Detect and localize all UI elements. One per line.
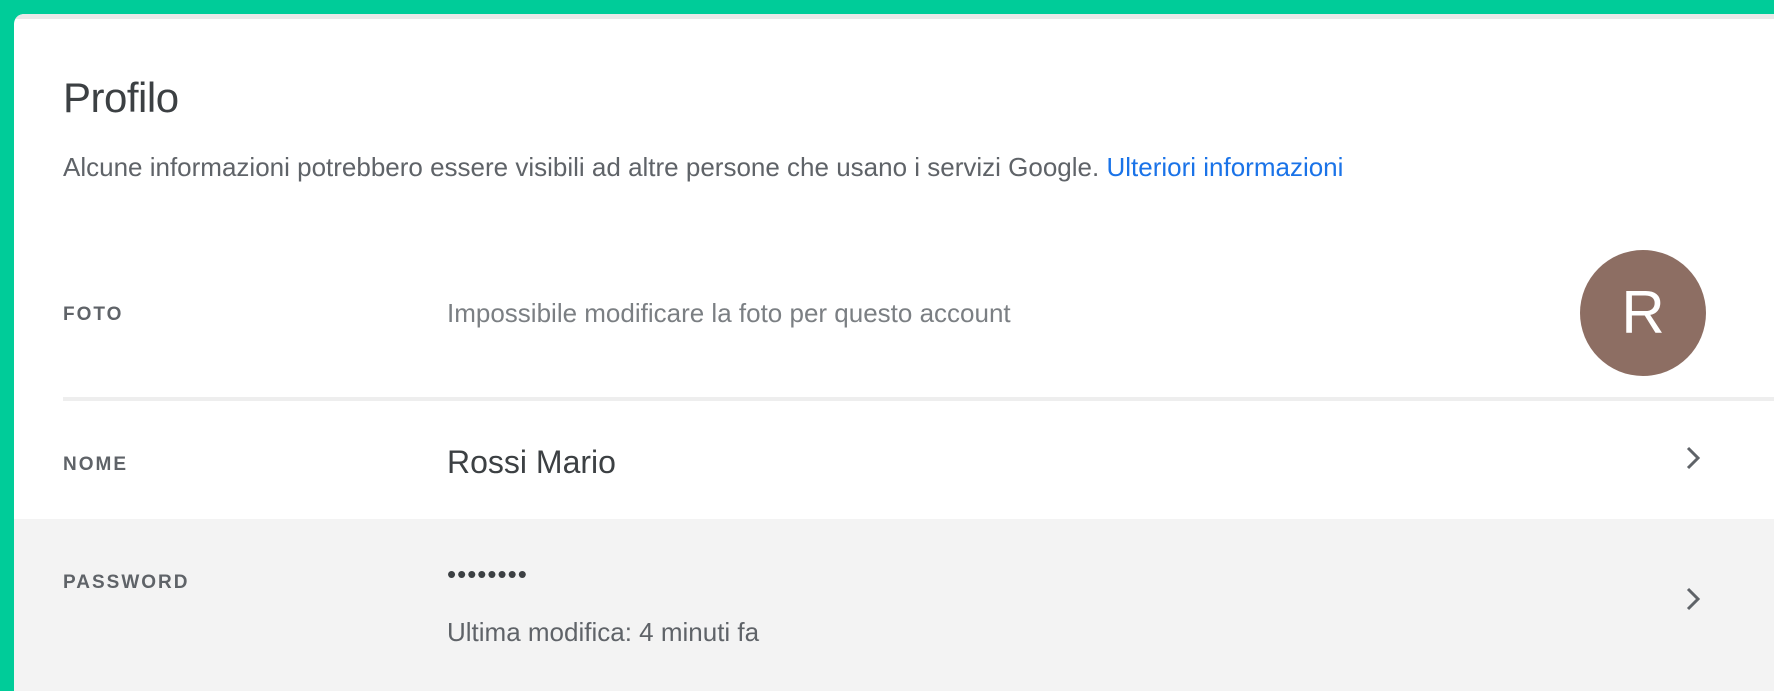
password-label: PASSWORD <box>63 572 190 593</box>
card-top-border <box>14 14 1774 19</box>
subtitle-text: Alcune informazioni potrebbero essere vi… <box>63 152 1100 182</box>
photo-value: Impossibile modificare la foto per quest… <box>447 298 1011 328</box>
divider <box>63 397 1774 401</box>
password-mask: •••••••• <box>447 559 528 589</box>
profile-subtitle: Alcune informazioni potrebbero essere vi… <box>63 152 1343 183</box>
photo-row: FOTO Impossibile modificare la foto per … <box>14 204 1774 406</box>
name-row[interactable]: NOME Rossi Mario <box>14 406 1774 536</box>
name-value: Rossi Mario <box>447 444 616 480</box>
name-label: NOME <box>63 454 128 475</box>
avatar: R <box>1580 250 1706 376</box>
photo-label: FOTO <box>63 304 124 325</box>
chevron-right-icon <box>1679 438 1707 478</box>
chevron-right-icon <box>1679 579 1707 619</box>
password-row[interactable]: PASSWORD •••••••• Ultima modifica: 4 min… <box>14 519 1774 691</box>
profile-card: Profilo Alcune informazioni potrebbero e… <box>14 14 1774 691</box>
learn-more-link[interactable]: Ulteriori informazioni <box>1106 152 1343 182</box>
page-title: Profilo <box>63 74 179 121</box>
password-last-modified: Ultima modifica: 4 minuti fa <box>447 617 760 647</box>
